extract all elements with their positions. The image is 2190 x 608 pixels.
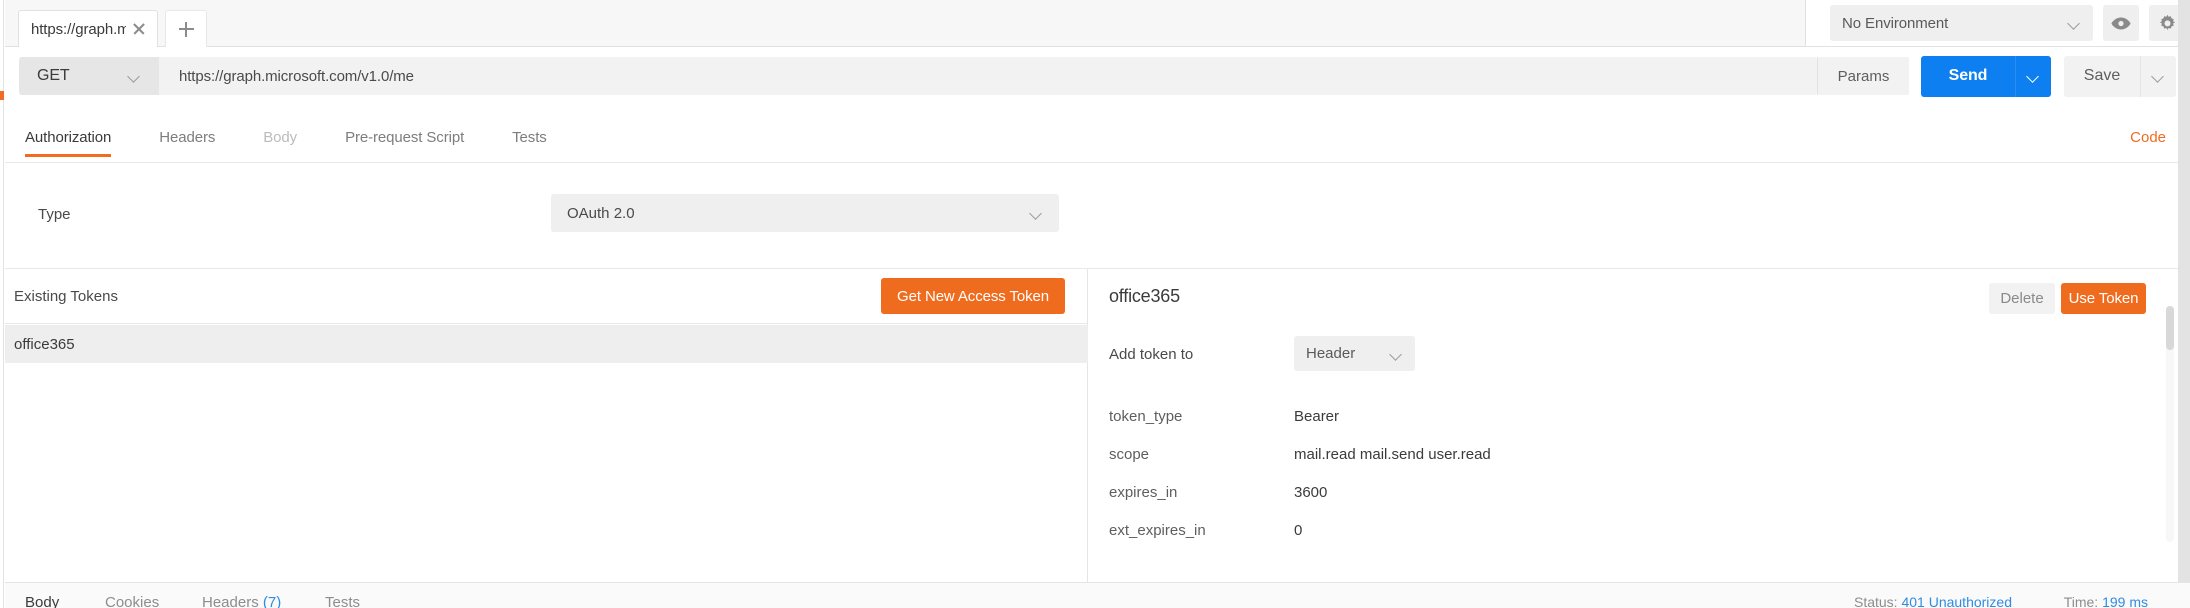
code-link[interactable]: Code <box>2130 129 2166 146</box>
add-token-to-label: Add token to <box>1109 346 1193 363</box>
auth-type-selector[interactable]: OAuth 2.0 <box>551 194 1059 232</box>
response-bar: Body Cookies Headers (7) Tests Status: 4… <box>5 582 2190 608</box>
tab-tests[interactable]: Tests <box>512 129 547 156</box>
status-badge: (7) <box>263 594 281 608</box>
tab-pre-request-script[interactable]: Pre-request Script <box>345 129 464 156</box>
response-status-value: 401 Unauthorized <box>1901 594 2012 608</box>
request-tab-item[interactable]: https://graph.microso <box>18 10 158 47</box>
send-button-group: Send <box>1921 56 2051 97</box>
environment-selector-label: No Environment <box>1842 15 2068 32</box>
token-field-list: token_type Bearer scope mail.read mail.s… <box>1089 397 2190 549</box>
existing-tokens-label: Existing Tokens <box>14 288 118 305</box>
get-new-access-token-button[interactable]: Get New Access Token <box>881 278 1065 314</box>
response-tab-headers-label: Headers <box>202 594 259 608</box>
save-button[interactable]: Save <box>2064 56 2140 97</box>
table-row: token_type Bearer <box>1089 397 2190 435</box>
tab-headers[interactable]: Headers <box>159 129 215 156</box>
url-bar: GET Params Send Save <box>5 47 2190 105</box>
list-item[interactable]: office365 <box>5 325 1088 363</box>
response-time-value: 199 ms <box>2102 594 2148 608</box>
plus-icon[interactable] <box>165 10 207 47</box>
chevron-down-icon <box>1030 209 1043 217</box>
params-button[interactable]: Params <box>1817 57 1909 95</box>
request-section-tabs: Authorization Headers Body Pre-request S… <box>5 129 2190 163</box>
chevron-down-icon <box>128 72 141 80</box>
postman-app-window: https://graph.microso No Environment GET <box>0 0 2190 608</box>
token-detail-panel: office365 Delete Use Token Add token to … <box>1089 269 2190 582</box>
add-token-to-selector[interactable]: Header <box>1294 336 1415 371</box>
response-tab-body[interactable]: Body <box>25 594 59 608</box>
chevron-down-icon <box>1390 350 1403 358</box>
request-url-input[interactable] <box>159 57 1817 95</box>
token-field-value: 3600 <box>1294 484 1327 501</box>
close-icon[interactable] <box>130 20 148 38</box>
left-rail <box>0 0 4 608</box>
save-options-button[interactable] <box>2140 56 2176 97</box>
existing-tokens-header: Existing Tokens Get New Access Token <box>5 269 1088 324</box>
tab-body[interactable]: Body <box>263 129 297 156</box>
token-field-key: scope <box>1109 446 1149 463</box>
delete-button[interactable]: Delete <box>1989 283 2055 314</box>
token-field-value: mail.read mail.send user.read <box>1294 446 1491 463</box>
tab-authorization[interactable]: Authorization <box>25 129 111 156</box>
scrollbar-thumb[interactable] <box>2166 306 2174 350</box>
add-token-to-row: Add token to Header <box>1089 327 2190 389</box>
page-title: office365 <box>1109 286 1180 307</box>
response-tab-cookies[interactable]: Cookies <box>105 594 159 608</box>
request-tab-label: https://graph.microso <box>31 21 126 38</box>
table-row: ext_expires_in 0 <box>1089 511 2190 549</box>
chevron-down-icon <box>2068 19 2081 27</box>
auth-type-value: OAuth 2.0 <box>567 205 1030 222</box>
gear-icon <box>2158 14 2177 33</box>
environment-bar: No Environment <box>1805 0 2190 47</box>
chevron-down-icon <box>2152 72 2165 80</box>
token-field-value: Bearer <box>1294 408 1339 425</box>
response-status-label: Status: <box>1854 594 1898 608</box>
left-rail-accent-marker <box>0 91 4 100</box>
response-time: Time: 199 ms <box>2064 594 2148 608</box>
token-field-key: expires_in <box>1109 484 1177 501</box>
table-row: expires_in 3600 <box>1089 473 2190 511</box>
http-method-label: GET <box>37 67 128 85</box>
token-field-value: 0 <box>1294 522 1302 539</box>
table-row: scope mail.read mail.send user.read <box>1089 435 2190 473</box>
environment-quick-look-button[interactable] <box>2103 5 2139 41</box>
token-detail-header: office365 Delete Use Token <box>1089 269 2190 327</box>
response-status[interactable]: Status: 401 Unauthorized <box>1854 594 2012 608</box>
token-field-key: token_type <box>1109 408 1182 425</box>
existing-tokens-panel: Existing Tokens Get New Access Token off… <box>5 269 1088 582</box>
eye-icon <box>2111 17 2131 30</box>
window-edge-scrollbar[interactable] <box>2178 0 2190 582</box>
request-tab-strip: https://graph.microso <box>5 0 1805 47</box>
http-method-selector[interactable]: GET <box>19 57 159 95</box>
environment-selector[interactable]: No Environment <box>1830 5 2093 41</box>
auth-type-row: Type OAuth 2.0 <box>5 164 2190 269</box>
response-tab-headers[interactable]: Headers (7) <box>202 594 281 608</box>
save-button-group: Save <box>2064 56 2176 97</box>
send-options-button[interactable] <box>2015 56 2051 97</box>
response-time-label: Time: <box>2064 594 2098 608</box>
auth-type-label: Type <box>38 206 71 223</box>
add-token-to-value: Header <box>1306 345 1390 362</box>
response-tab-tests[interactable]: Tests <box>325 594 360 608</box>
chevron-down-icon <box>2027 72 2040 80</box>
use-token-button[interactable]: Use Token <box>2061 283 2146 314</box>
token-field-key: ext_expires_in <box>1109 522 1206 539</box>
send-button[interactable]: Send <box>1921 56 2015 97</box>
